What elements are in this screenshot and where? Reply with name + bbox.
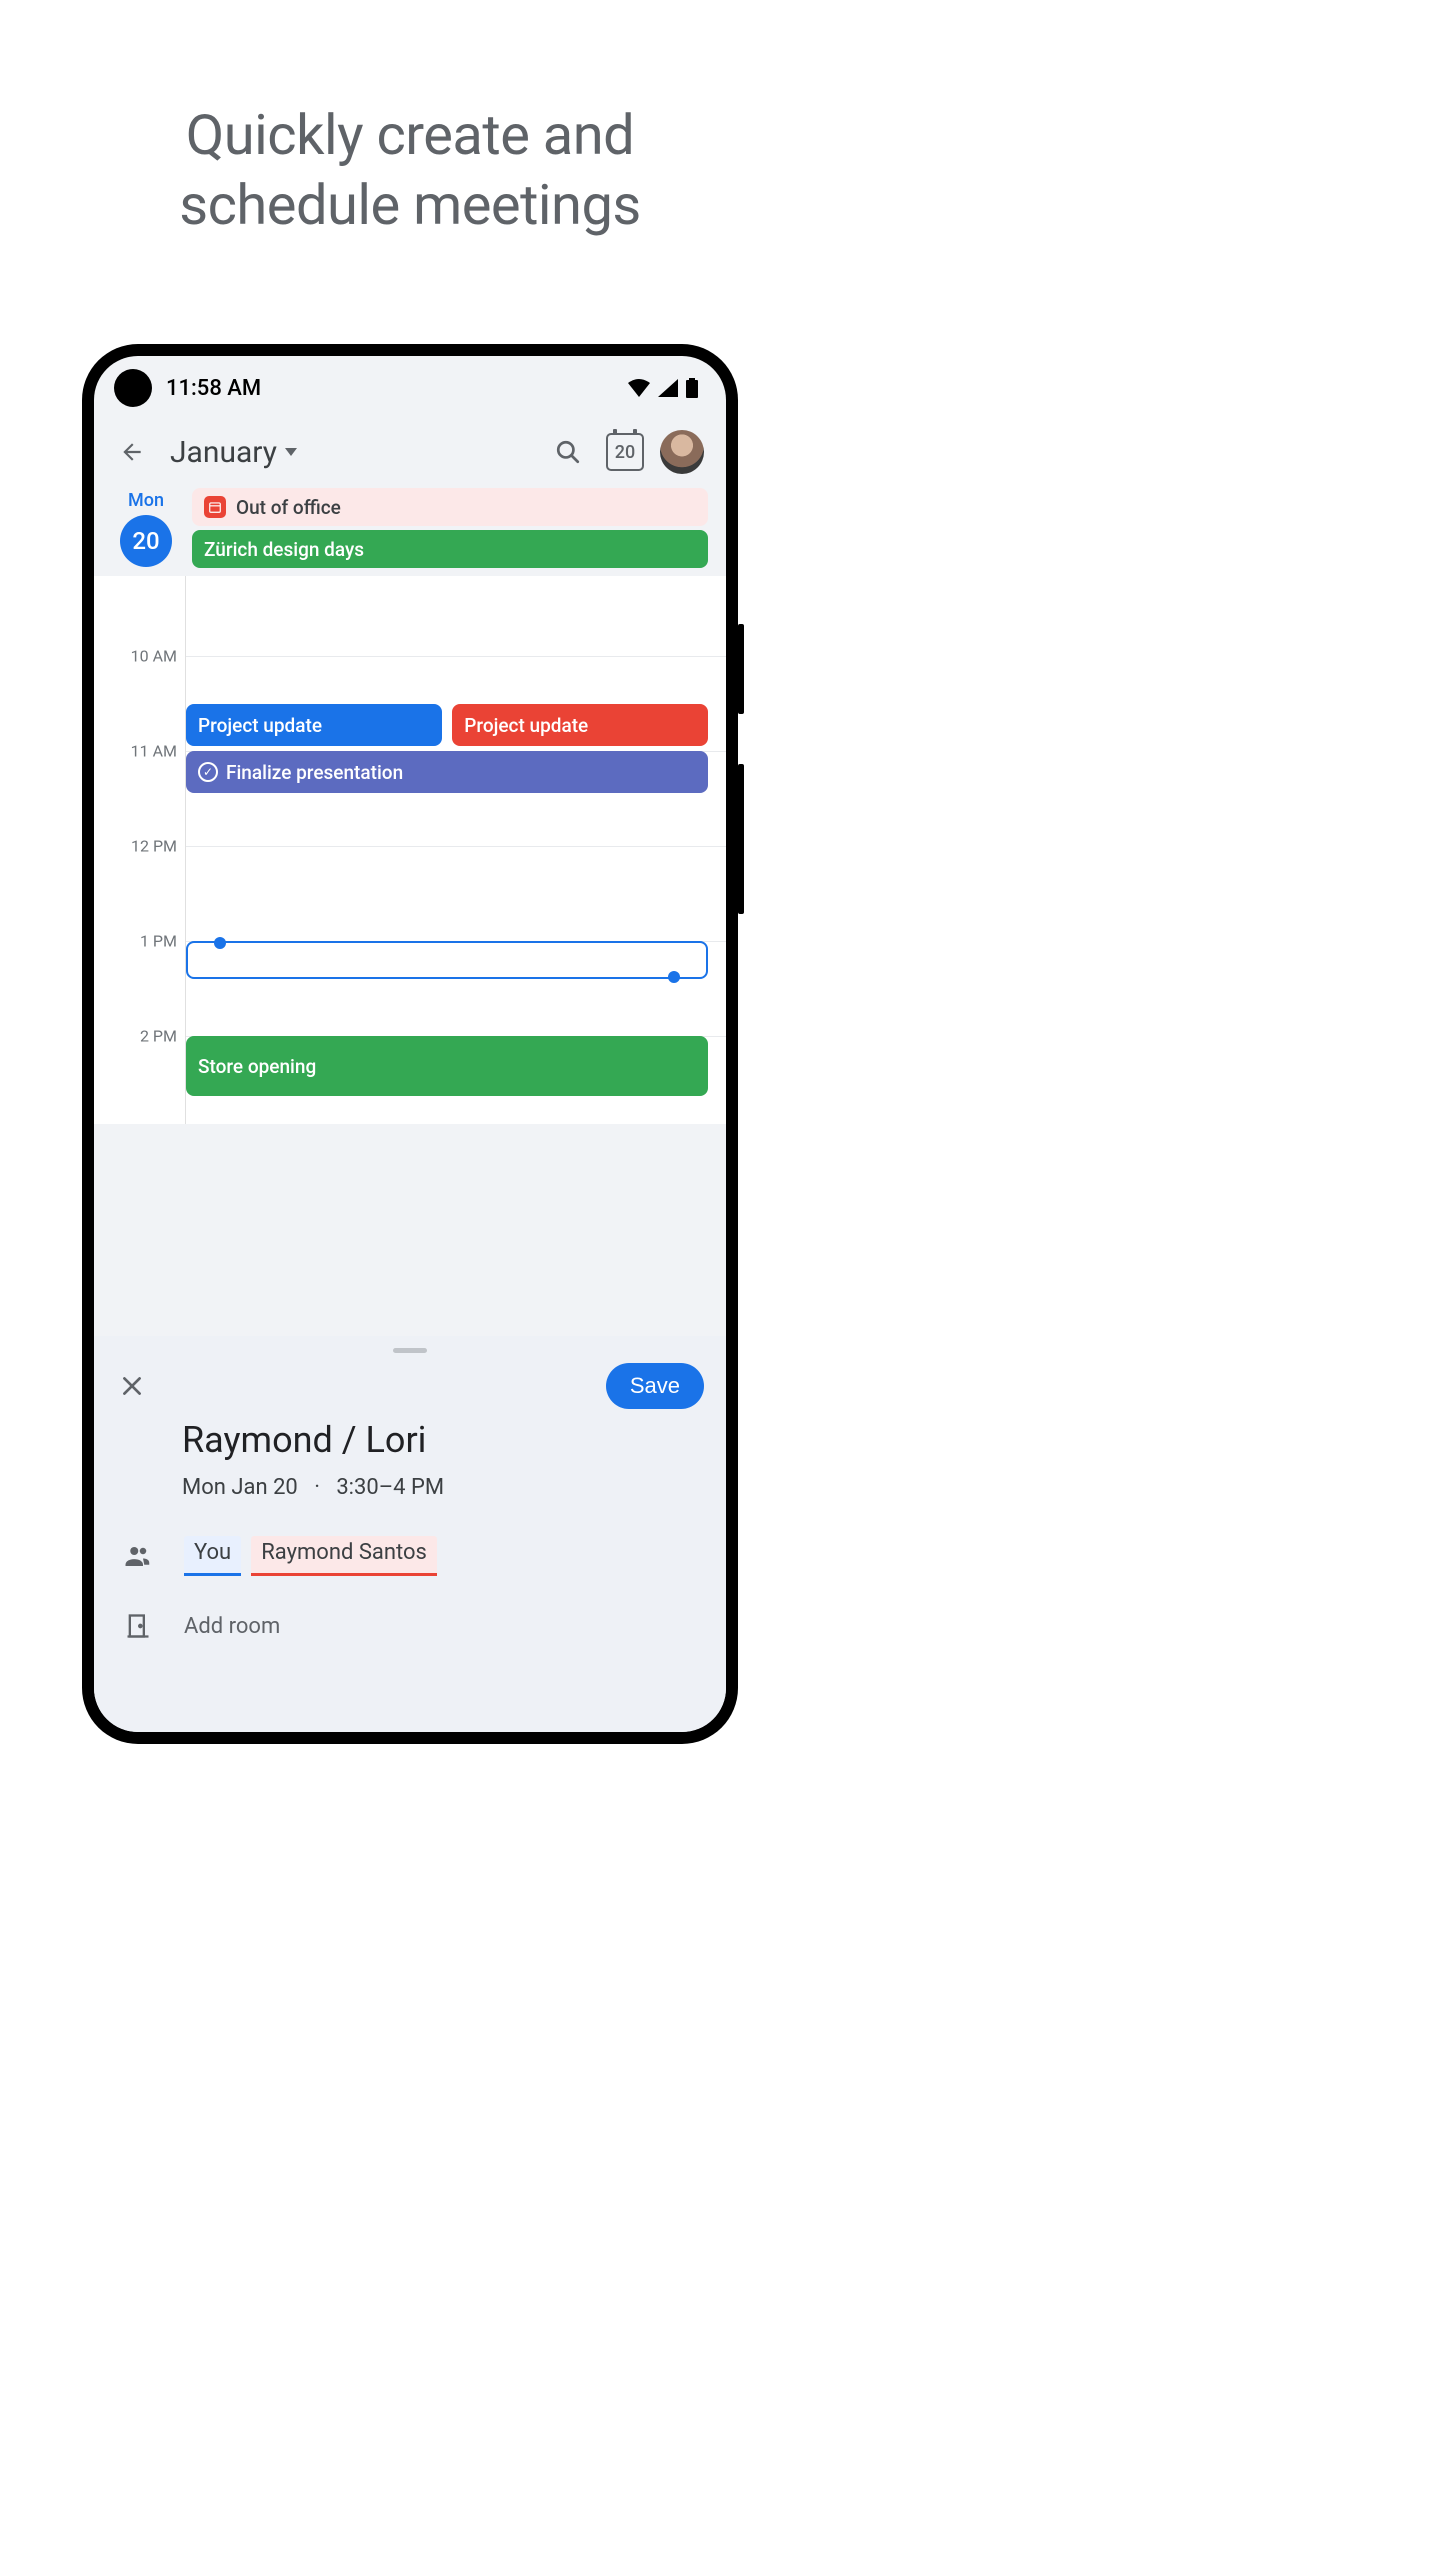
time-grid: 10 AM 11 AM 12 PM 1 PM 2 PM Project upda… bbox=[94, 576, 726, 1124]
event-area[interactable]: Project update Project update ✓ Finalize… bbox=[186, 576, 708, 1124]
chip-you[interactable]: You bbox=[184, 1536, 241, 1576]
ooo-label: Out of office bbox=[236, 496, 341, 519]
day-header: Mon 20 Out of office Zürich design days bbox=[94, 484, 726, 572]
time-label-2pm: 2 PM bbox=[140, 1027, 177, 1046]
event-datetime[interactable]: Mon Jan 20 · 3:30–4 PM bbox=[182, 1475, 702, 1500]
event-label: Store opening bbox=[198, 1055, 316, 1078]
back-button[interactable] bbox=[110, 430, 154, 474]
dot-separator: · bbox=[314, 1475, 320, 1500]
resize-handle-bottom[interactable] bbox=[668, 971, 680, 983]
event-store-opening[interactable]: Store opening bbox=[186, 1036, 708, 1096]
event-label: Project update bbox=[198, 714, 322, 737]
event-date: Mon Jan 20 bbox=[182, 1475, 298, 1500]
time-label-1pm: 1 PM bbox=[140, 932, 177, 951]
headline-line2: schedule meetings bbox=[0, 170, 820, 240]
time-gutter: 10 AM 11 AM 12 PM 1 PM 2 PM bbox=[94, 576, 186, 1124]
event-project-update-b[interactable]: Project update bbox=[452, 704, 708, 746]
status-time: 11:58 AM bbox=[166, 376, 261, 401]
camera-hole bbox=[114, 369, 152, 407]
volume-button bbox=[738, 624, 744, 714]
event-label: Finalize presentation bbox=[226, 761, 403, 784]
wifi-icon bbox=[628, 379, 650, 397]
event-finalize[interactable]: ✓ Finalize presentation bbox=[186, 751, 708, 793]
time-label-11am: 11 AM bbox=[131, 742, 177, 761]
status-icons bbox=[628, 378, 698, 398]
people-row[interactable]: You Raymond Santos bbox=[118, 1536, 702, 1576]
time-label-10am: 10 AM bbox=[131, 647, 177, 666]
app-header: January 20 bbox=[94, 420, 726, 484]
status-bar: 11:58 AM bbox=[94, 356, 726, 420]
chevron-down-icon bbox=[285, 448, 297, 456]
month-selector[interactable]: January bbox=[170, 435, 297, 470]
new-event-slot[interactable] bbox=[186, 941, 708, 979]
calendar-body: Mon 20 Out of office Zürich design days bbox=[94, 484, 726, 1124]
marketing-headline: Quickly create and schedule meetings bbox=[0, 0, 820, 240]
zurich-label: Zürich design days bbox=[204, 538, 364, 561]
weekday-label: Mon bbox=[100, 490, 192, 511]
close-button[interactable] bbox=[110, 1364, 154, 1408]
event-create-panel: Save Raymond / Lori Mon Jan 20 · 3:30–4 … bbox=[94, 1336, 726, 1732]
today-date: 20 bbox=[615, 442, 635, 463]
search-button[interactable] bbox=[546, 430, 590, 474]
time-label-12pm: 12 PM bbox=[131, 837, 177, 856]
allday-column: Out of office Zürich design days bbox=[192, 484, 726, 572]
month-label: January bbox=[170, 435, 277, 470]
people-chips: You Raymond Santos bbox=[184, 1536, 437, 1576]
event-project-update-a[interactable]: Project update bbox=[186, 704, 442, 746]
people-icon bbox=[118, 1541, 158, 1571]
allday-event-ooo[interactable]: Out of office bbox=[192, 488, 708, 526]
task-check-icon: ✓ bbox=[198, 762, 218, 782]
account-avatar[interactable] bbox=[660, 430, 704, 474]
event-time-range: 3:30–4 PM bbox=[336, 1475, 444, 1500]
phone-screen: 11:58 AM January bbox=[94, 356, 726, 1732]
day-number: 20 bbox=[120, 515, 172, 567]
day-column[interactable]: Mon 20 bbox=[100, 484, 192, 572]
resize-handle-top[interactable] bbox=[214, 937, 226, 949]
battery-icon bbox=[686, 378, 698, 398]
room-icon bbox=[118, 1612, 158, 1640]
allday-event-zurich[interactable]: Zürich design days bbox=[192, 530, 708, 568]
power-button bbox=[738, 764, 744, 914]
room-row[interactable]: Add room bbox=[118, 1612, 702, 1640]
headline-line1: Quickly create and bbox=[0, 100, 820, 170]
phone-frame: 11:58 AM January bbox=[82, 344, 738, 1744]
today-button[interactable]: 20 bbox=[606, 433, 644, 471]
save-button[interactable]: Save bbox=[606, 1363, 704, 1409]
event-title-input[interactable]: Raymond / Lori bbox=[182, 1419, 702, 1461]
signal-icon bbox=[658, 379, 678, 397]
event-label: Project update bbox=[464, 714, 588, 737]
ooo-icon bbox=[204, 496, 226, 518]
add-room-label: Add room bbox=[184, 1614, 280, 1639]
chip-guest[interactable]: Raymond Santos bbox=[251, 1536, 437, 1576]
